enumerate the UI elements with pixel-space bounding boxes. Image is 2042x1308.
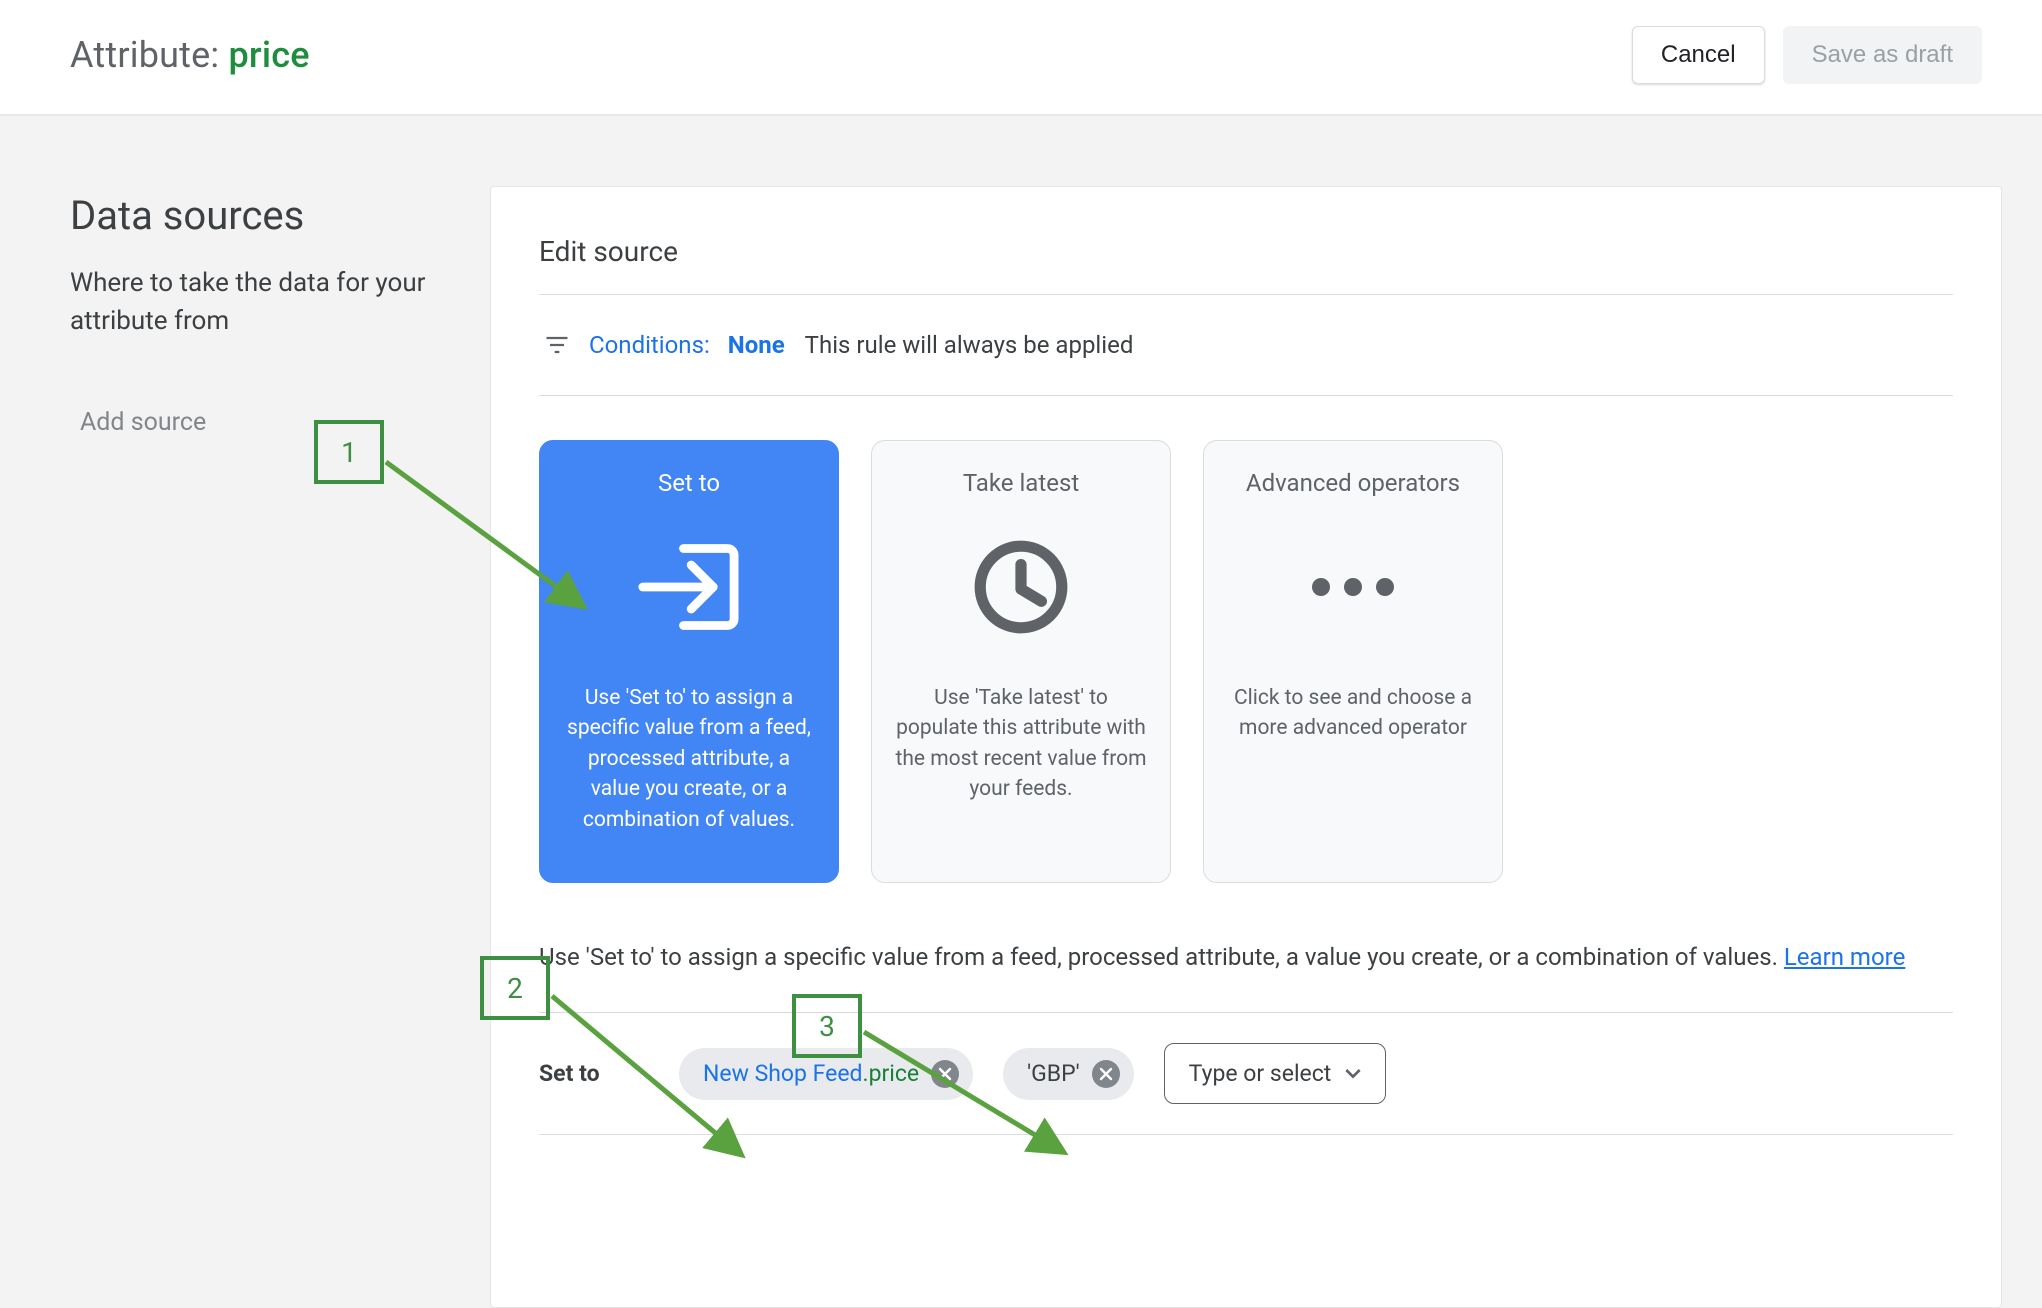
operator-title: Set to [658, 469, 720, 497]
divider [539, 395, 1953, 396]
operator-desc: Click to see and choose a more advanced … [1226, 683, 1480, 744]
operator-desc: Use 'Take latest' to populate this attri… [894, 683, 1148, 805]
save-as-draft-button[interactable]: Save as draft [1783, 26, 1982, 84]
operator-title: Advanced operators [1246, 469, 1460, 497]
explain-text: Use 'Set to' to assign a specific value … [539, 943, 1784, 971]
operator-cards: Set to Use 'Set to' to assign a specific… [539, 440, 1953, 883]
operator-explain: Use 'Set to' to assign a specific value … [539, 939, 1953, 976]
card-title: Edit source [539, 235, 1953, 268]
cancel-button[interactable]: Cancel [1632, 26, 1765, 84]
conditions-label: Conditions: [589, 331, 710, 359]
type-or-select[interactable]: Type or select [1164, 1043, 1387, 1104]
learn-more-link[interactable]: Learn more [1784, 943, 1905, 971]
operator-card-advanced[interactable]: Advanced operators Click to see and choo… [1203, 440, 1503, 883]
set-to-icon [634, 527, 744, 647]
title-prefix: Attribute: [70, 34, 228, 76]
filter-icon [543, 331, 571, 359]
operator-card-take-latest[interactable]: Take latest Use 'Take latest' to populat… [871, 440, 1171, 883]
operator-desc: Use 'Set to' to assign a specific value … [562, 683, 816, 835]
annotation-arrow-2 [548, 992, 758, 1172]
sidebar-heading: Data sources [70, 192, 450, 239]
annotation-arrow-1 [380, 456, 600, 626]
add-source-button[interactable]: Add source [70, 408, 450, 437]
top-bar: Attribute: price Cancel Save as draft [0, 0, 2042, 116]
sidebar: Data sources Where to take the data for … [0, 116, 490, 1308]
conditions-desc: This rule will always be applied [805, 331, 1134, 359]
attribute-name: price [228, 34, 309, 76]
type-select-label: Type or select [1189, 1060, 1332, 1087]
page-title: Attribute: price [70, 34, 310, 76]
conditions-value: None [728, 331, 785, 359]
chip-remove-icon[interactable] [1092, 1060, 1120, 1088]
ellipsis-icon [1312, 527, 1394, 647]
annotation-arrow-3 [860, 1028, 1080, 1168]
clock-icon [970, 527, 1072, 647]
conditions-row[interactable]: Conditions: None This rule will always b… [539, 295, 1953, 395]
caret-down-icon [1345, 1068, 1361, 1080]
operator-title: Take latest [963, 469, 1079, 497]
top-actions: Cancel Save as draft [1632, 26, 1982, 84]
sidebar-subtext: Where to take the data for your attribut… [70, 265, 450, 340]
